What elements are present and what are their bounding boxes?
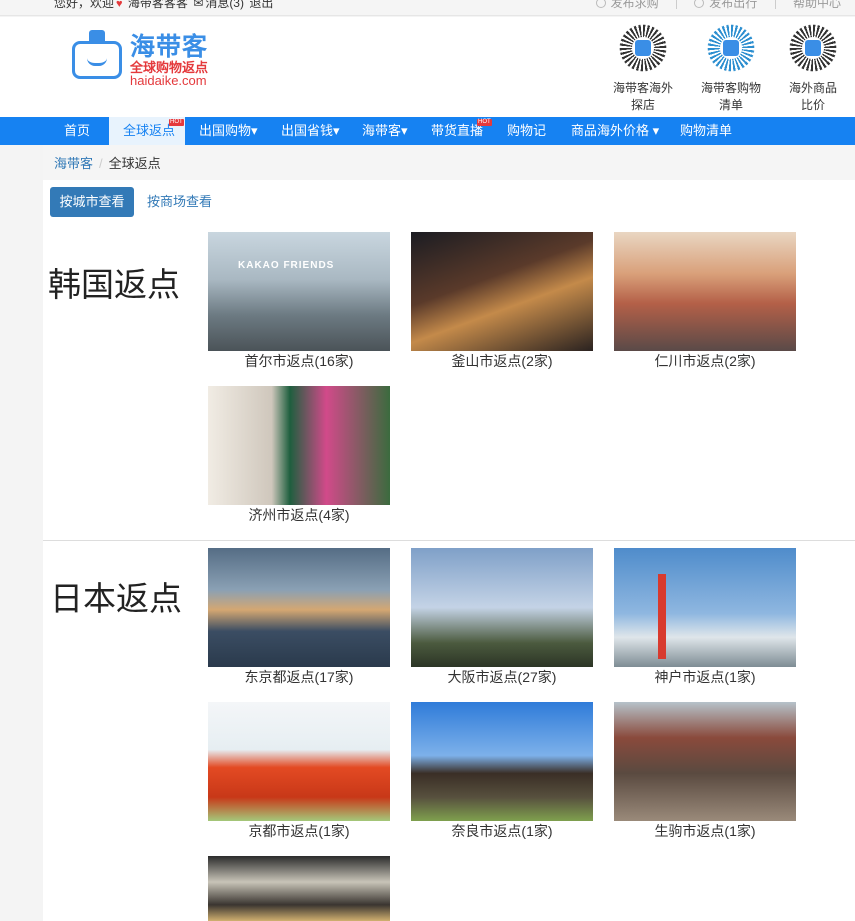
help-center-link[interactable]: 帮助中心 bbox=[793, 0, 841, 10]
city-photo[interactable] bbox=[208, 232, 390, 351]
city-card-label[interactable]: 首尔市返点(16家) bbox=[208, 352, 390, 370]
city-card-label[interactable]: 奈良市返点(1家) bbox=[411, 822, 593, 840]
qr-label-line1: 海带客购物 bbox=[700, 81, 761, 95]
nav-global-rebate[interactable]: 全球返点 HOT bbox=[109, 117, 185, 145]
breadcrumb-home[interactable]: 海带客 bbox=[54, 156, 93, 171]
city-photo[interactable] bbox=[614, 548, 796, 667]
messages-link[interactable]: 消息(3) bbox=[205, 0, 244, 10]
city-card-label[interactable]: 仁川市返点(2家) bbox=[614, 352, 796, 370]
city-photo[interactable] bbox=[614, 232, 796, 351]
nav-live-shopping[interactable]: 带货直播 HOT bbox=[431, 117, 492, 145]
city-card-osaka[interactable]: 大阪市返点(27家) bbox=[411, 548, 593, 686]
city-card-incheon[interactable]: 仁川市返点(2家) bbox=[614, 232, 796, 370]
city-card-ikoma[interactable]: 生驹市返点(1家) bbox=[614, 702, 796, 840]
city-card-busan[interactable]: 釜山市返点(2家) bbox=[411, 232, 593, 370]
city-card-kobe[interactable]: 神户市返点(1家) bbox=[614, 548, 796, 686]
qr-label-line2: 清单 bbox=[718, 98, 743, 112]
nav-save-money[interactable]: 出国省钱▾ bbox=[281, 117, 340, 145]
city-photo[interactable] bbox=[411, 232, 593, 351]
logo-bag-icon bbox=[72, 30, 122, 79]
chevron-down-icon: ▾ bbox=[401, 123, 408, 138]
chevron-down-icon: ▾ bbox=[333, 123, 340, 138]
qr-price-compare[interactable]: 海外商品 比价 bbox=[782, 21, 844, 114]
qr-label-line2: 比价 bbox=[800, 98, 825, 112]
top-bar: 您好，欢迎 ♥ 海带客客客 ✉ 消息(3) 退出 发布求购 发布出行 帮助中心 bbox=[0, 0, 855, 16]
qr-label-line2: 探店 bbox=[630, 98, 655, 112]
city-photo[interactable] bbox=[208, 856, 390, 921]
city-card-label[interactable]: 大阪市返点(27家) bbox=[411, 668, 593, 686]
post-travel-link[interactable]: 发布出行 bbox=[709, 0, 757, 10]
hot-badge: HOT bbox=[477, 119, 492, 126]
qr-code-icon bbox=[704, 21, 758, 75]
city-photo[interactable] bbox=[411, 548, 593, 667]
qr-code-icon bbox=[616, 21, 670, 75]
view-by-city-button[interactable]: 按城市查看 bbox=[50, 187, 134, 217]
greeting-text: 您好，欢迎 bbox=[54, 0, 115, 10]
travel-icon bbox=[694, 0, 705, 8]
hot-badge: HOT bbox=[169, 119, 184, 126]
nav-overseas-prices[interactable]: 商品海外价格 ▾ bbox=[571, 117, 659, 145]
header: 海带客 全球购物返点 haidaike.com 海带客海外 探店 海带客购物 清… bbox=[0, 17, 855, 117]
logout-link[interactable]: 退出 bbox=[249, 0, 273, 10]
qr-code-icon bbox=[786, 21, 840, 75]
divider bbox=[675, 0, 677, 9]
nav-haidaike[interactable]: 海带客▾ bbox=[362, 117, 408, 145]
logo-domain: haidaike.com bbox=[130, 73, 207, 88]
top-bar-left: 您好，欢迎 ♥ 海带客客客 ✉ 消息(3) 退出 bbox=[54, 0, 275, 10]
qr-overseas-store[interactable]: 海带客海外 探店 bbox=[612, 21, 674, 114]
nav-shopping-list[interactable]: 购物清单 bbox=[680, 117, 732, 145]
city-card-label[interactable]: 济州市返点(4家) bbox=[208, 506, 390, 524]
top-bar-right: 发布求购 发布出行 帮助中心 bbox=[595, 0, 841, 10]
city-photo[interactable] bbox=[208, 548, 390, 667]
main-nav: 首页 全球返点 HOT 出国购物▾ 出国省钱▾ 海带客▾ 带货直播 HOT 购物… bbox=[0, 117, 855, 145]
site-logo[interactable]: 海带客 全球购物返点 haidaike.com bbox=[72, 27, 212, 88]
city-card-jeju[interactable]: 济州市返点(4家) bbox=[208, 386, 390, 524]
qr-label-line1: 海外商品 bbox=[788, 81, 837, 95]
city-card-nara[interactable]: 奈良市返点(1家) bbox=[411, 702, 593, 840]
post-request-link[interactable]: 发布求购 bbox=[611, 0, 659, 10]
qr-shopping-list[interactable]: 海带客购物 清单 bbox=[700, 21, 762, 114]
city-card-seoul[interactable]: 首尔市返点(16家) bbox=[208, 232, 390, 370]
city-photo[interactable] bbox=[208, 702, 390, 821]
section-divider bbox=[43, 540, 855, 541]
section-title-japan: 日本返点 bbox=[50, 580, 182, 617]
breadcrumb-separator: / bbox=[99, 156, 103, 171]
nav-shopping-abroad[interactable]: 出国购物▾ bbox=[199, 117, 258, 145]
city-photo[interactable] bbox=[614, 702, 796, 821]
city-card-label[interactable]: 釜山市返点(2家) bbox=[411, 352, 593, 370]
city-card-tokyo[interactable]: 东京都返点(17家) bbox=[208, 548, 390, 686]
heart-icon: ♥ bbox=[116, 0, 123, 10]
city-card-label[interactable]: 东京都返点(17家) bbox=[208, 668, 390, 686]
divider bbox=[774, 0, 776, 9]
chevron-down-icon: ▾ bbox=[652, 123, 660, 138]
city-card-label[interactable]: 神户市返点(1家) bbox=[614, 668, 796, 686]
nav-shopping-notes[interactable]: 购物记 bbox=[507, 117, 546, 145]
username-link[interactable]: 海带客客客 bbox=[128, 0, 188, 10]
mail-icon[interactable]: ✉ bbox=[193, 0, 203, 10]
qr-label-line1: 海带客海外 bbox=[612, 81, 673, 95]
city-photo[interactable] bbox=[411, 702, 593, 821]
city-card-partial[interactable] bbox=[208, 856, 390, 921]
view-by-mall-link[interactable]: 按商场查看 bbox=[147, 187, 212, 217]
rebate-content: 按城市查看 按商场查看 韩国返点 首尔市返点(16家) 釜山市返点(2家) 仁川… bbox=[43, 180, 855, 921]
city-card-kyoto[interactable]: 京都市返点(1家) bbox=[208, 702, 390, 840]
city-card-label[interactable]: 京都市返点(1家) bbox=[208, 822, 390, 840]
breadcrumb-current: 全球返点 bbox=[108, 156, 161, 171]
request-icon bbox=[595, 0, 606, 8]
breadcrumb: 海带客 / 全球返点 bbox=[43, 145, 855, 180]
city-card-label[interactable]: 生驹市返点(1家) bbox=[614, 822, 796, 840]
city-photo[interactable] bbox=[208, 386, 390, 505]
section-title-korea: 韩国返点 bbox=[48, 266, 180, 303]
nav-home[interactable]: 首页 bbox=[64, 117, 90, 145]
chevron-down-icon: ▾ bbox=[251, 123, 258, 138]
